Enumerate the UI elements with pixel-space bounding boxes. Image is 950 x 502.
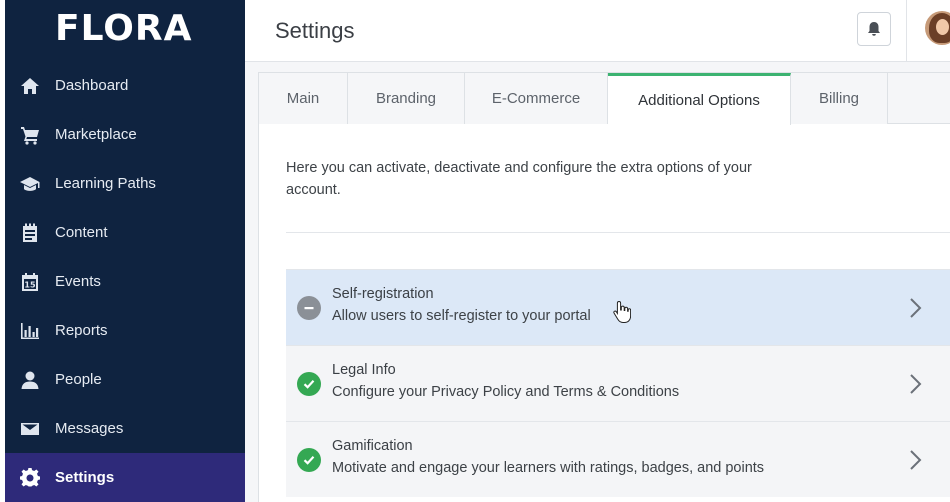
chevron-right-icon[interactable]	[908, 372, 924, 396]
sidebar-item-marketplace[interactable]: Marketplace	[5, 110, 245, 159]
option-legal-info[interactable]: Legal Info Configure your Privacy Policy…	[286, 345, 950, 421]
sidebar: FLORA Dashboard Marketplace Learning Pat…	[0, 0, 245, 502]
option-self-registration[interactable]: Self-registration Allow users to self-re…	[286, 269, 950, 345]
sidebar-item-content[interactable]: Content	[5, 208, 245, 257]
avatar[interactable]	[925, 11, 950, 45]
hand-cursor-icon	[613, 300, 632, 324]
settings-tabs: Main Branding E-Commerce Additional Opti…	[259, 73, 950, 125]
tab-additional-options[interactable]: Additional Options	[608, 73, 791, 125]
sidebar-item-messages[interactable]: Messages	[5, 404, 245, 453]
header-divider	[906, 0, 907, 62]
option-description: Configure your Privacy Policy and Terms …	[332, 384, 680, 400]
gear-icon	[5, 467, 55, 488]
sidebar-item-dashboard[interactable]: Dashboard	[5, 61, 245, 110]
minus-circle-icon	[297, 296, 321, 320]
sidebar-item-label: People	[55, 371, 102, 388]
chevron-right-icon[interactable]	[908, 448, 924, 472]
option-title: Gamification	[332, 438, 413, 454]
calendar-icon: 15	[5, 272, 55, 292]
settings-card: Main Branding E-Commerce Additional Opti…	[258, 72, 950, 502]
sidebar-item-label: Dashboard	[55, 77, 129, 94]
sidebar-item-label: Messages	[55, 420, 124, 437]
tab-main[interactable]: Main	[259, 73, 348, 124]
sidebar-item-learning-paths[interactable]: Learning Paths	[5, 159, 245, 208]
intro-text: Here you can activate, deactivate and co…	[286, 160, 752, 198]
bell-icon	[866, 21, 882, 37]
sidebar-item-label: Settings	[55, 469, 115, 486]
logo[interactable]: FLORA	[55, 8, 192, 49]
divider	[286, 232, 950, 233]
top-header: Settings	[245, 0, 950, 62]
bar-chart-icon	[5, 321, 55, 341]
sidebar-nav: Dashboard Marketplace Learning Paths Con…	[5, 61, 245, 502]
tab-billing[interactable]: Billing	[791, 73, 888, 124]
option-description: Allow users to self-register to your por…	[332, 308, 591, 324]
chevron-right-icon[interactable]	[908, 296, 924, 320]
sidebar-item-label: Reports	[55, 322, 108, 339]
sidebar-item-label: Content	[55, 224, 108, 241]
sidebar-item-events[interactable]: 15 Events	[5, 257, 245, 306]
home-icon	[5, 76, 55, 96]
calendar-day: 15	[24, 280, 36, 289]
sidebar-item-label: Events	[55, 273, 101, 290]
notebook-icon	[5, 223, 55, 243]
notifications-button[interactable]	[857, 12, 891, 46]
option-gamification[interactable]: Gamification Motivate and engage your le…	[286, 421, 950, 497]
option-title: Self-registration	[332, 286, 434, 302]
sidebar-item-label: Marketplace	[55, 126, 137, 143]
check-circle-icon	[297, 448, 321, 472]
tab-branding[interactable]: Branding	[348, 73, 465, 124]
tab-e-commerce[interactable]: E-Commerce	[465, 73, 608, 124]
option-title: Legal Info	[332, 362, 396, 378]
sidebar-item-people[interactable]: People	[5, 355, 245, 404]
graduation-cap-icon	[5, 174, 55, 194]
sidebar-item-settings[interactable]: Settings	[5, 453, 245, 502]
check-circle-icon	[297, 372, 321, 396]
envelope-icon	[5, 419, 55, 439]
cart-icon	[5, 125, 55, 145]
page-title: Settings	[275, 18, 355, 43]
option-description: Motivate and engage your learners with r…	[332, 460, 765, 476]
sidebar-item-reports[interactable]: Reports	[5, 306, 245, 355]
person-icon	[5, 370, 55, 390]
sidebar-item-label: Learning Paths	[55, 175, 156, 192]
